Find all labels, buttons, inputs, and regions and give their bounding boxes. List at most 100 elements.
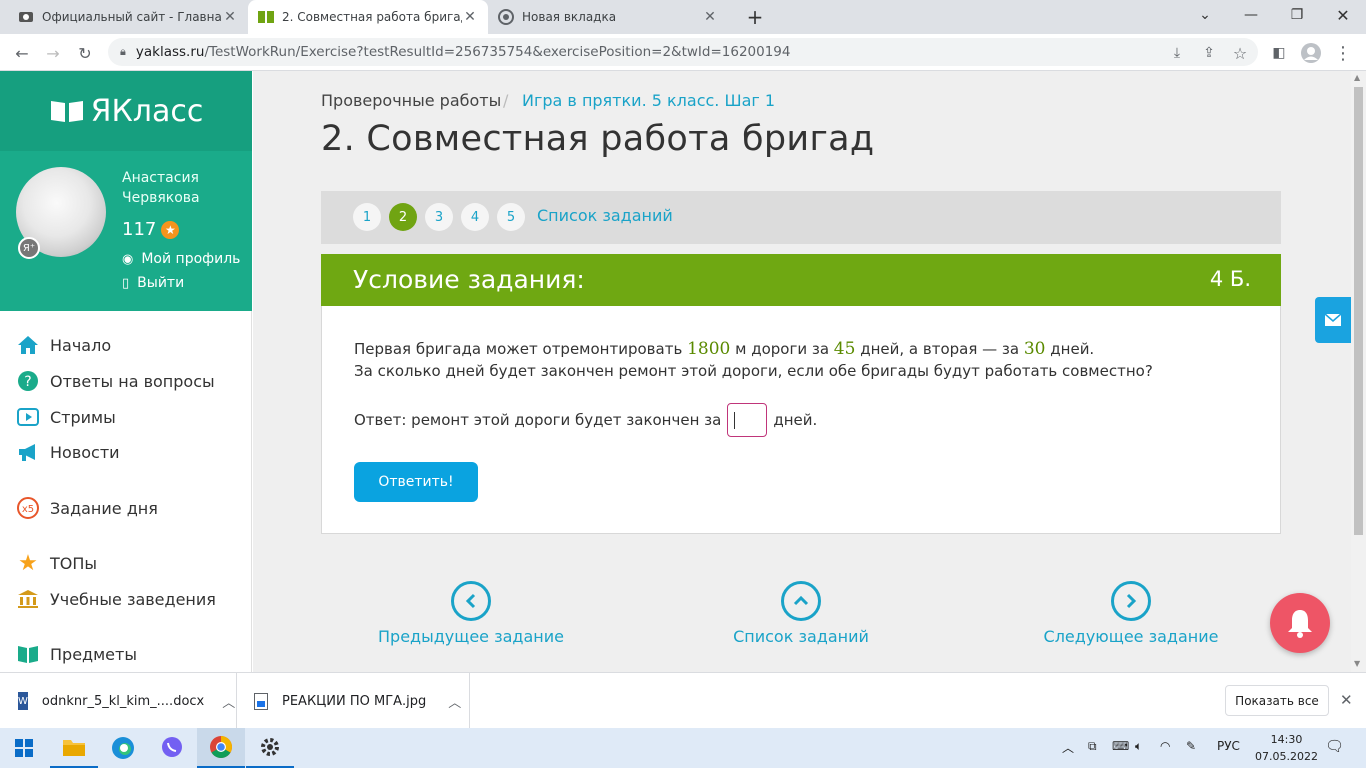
chevron-up-icon[interactable]: ︿ [448, 692, 461, 711]
clock-date: 07.05.2022 [1255, 750, 1318, 763]
breadcrumb-separator: / [503, 91, 509, 110]
breadcrumb-current[interactable]: Игра в прятки. 5 класс. Шаг 1 [522, 91, 775, 110]
close-icon[interactable]: ✕ [702, 9, 718, 25]
points-count: 117 [122, 219, 157, 240]
lock-icon: 🔒︎ [120, 45, 126, 58]
chevron-up-icon[interactable]: ︿ [222, 692, 235, 711]
sidebar-item-label: Учебные заведения [50, 589, 216, 609]
address-bar[interactable]: 🔒︎ yaklass.ru/TestWorkRun/Exercise?testR… [108, 38, 1258, 66]
page-scrollbar[interactable]: ▲ ▼ [1351, 71, 1366, 672]
wifi-icon[interactable]: ◠ [1160, 739, 1170, 753]
clock-time: 14:30 [1270, 733, 1303, 746]
new-tab-button[interactable]: + [732, 2, 778, 32]
tray-keyboard-icon[interactable]: ⌨ [1112, 739, 1129, 753]
back-icon[interactable]: ← [9, 40, 35, 66]
tab-new[interactable]: Новая вкладка ✕ [488, 0, 728, 34]
tab-search-icon[interactable]: ⌄ [1182, 0, 1228, 30]
user-first-name[interactable]: Анастасия [122, 168, 200, 188]
breadcrumb-root[interactable]: Проверочные работы [321, 91, 501, 110]
restore-button[interactable]: ❐ [1274, 0, 1320, 30]
windows-taskbar: ︿ ⧉ ⌨ 🔈︎ ◠ ✎ РУС 14:30 07.05.2022 🗨︎ [0, 728, 1366, 768]
sidebar-item-label: Новости [50, 442, 120, 462]
notification-bell-icon[interactable] [1270, 593, 1330, 653]
close-downloads-icon[interactable]: ✕ [1340, 691, 1353, 709]
step-2-current[interactable]: 2 [389, 203, 417, 231]
side-panel-icon[interactable]: ◧ [1266, 40, 1292, 66]
scroll-up-icon[interactable]: ▲ [1354, 73, 1360, 82]
reload-icon[interactable]: ↻ [72, 40, 98, 66]
tab-title: 2. Совместная работа бригад [282, 10, 462, 24]
next-task-link[interactable]: Следующее задание [1031, 627, 1231, 646]
show-all-downloads-button[interactable]: Показать все [1225, 685, 1329, 716]
play-icon [16, 405, 40, 429]
tray-chevron-up-icon[interactable]: ︿ [1062, 739, 1074, 756]
logout-link[interactable]: ▯ Выйти [122, 275, 184, 291]
input-language[interactable]: РУС [1217, 739, 1240, 753]
sidebar: ЯКласс Я⁺ Анастасия Червякова 117 ★ ◉ Мо… [0, 71, 252, 672]
task-list-up-icon[interactable] [781, 581, 821, 621]
close-icon[interactable]: ✕ [462, 9, 478, 25]
profile-icon[interactable] [1298, 40, 1324, 66]
step-1[interactable]: 1 [353, 203, 381, 231]
sidebar-item-schools[interactable]: Учебные заведения [16, 585, 216, 613]
close-icon[interactable]: ✕ [222, 9, 238, 25]
problem-part: дней. [1050, 340, 1095, 358]
browser-toolbar: ← → ↻ 🔒︎ yaklass.ru/TestWorkRun/Exercise… [0, 34, 1366, 71]
answer-input[interactable] [727, 403, 768, 437]
download-item-docx[interactable]: W odnknr_5_kl_kim_....docx ︿ [18, 673, 235, 729]
task-list-bottom-link[interactable]: Список заданий [701, 627, 901, 646]
settings-gear-icon[interactable] [246, 728, 294, 768]
install-icon[interactable]: ⤓ [1164, 40, 1190, 66]
sidebar-item-home[interactable]: Начало [16, 331, 111, 359]
user-circle-icon: ◉ [122, 251, 134, 267]
tab-official-site[interactable]: Официальный сайт - Главная ст ✕ [8, 0, 248, 34]
browser-tab-bar: Официальный сайт - Главная ст ✕ 2. Совме… [0, 0, 1366, 34]
share-icon[interactable]: ⇪ [1196, 40, 1222, 66]
sidebar-item-tops[interactable]: ★ ТОПы [16, 549, 97, 577]
step-4[interactable]: 4 [461, 203, 489, 231]
problem-part: Первая бригада может отремонтировать [354, 340, 683, 358]
download-item-jpg[interactable]: РЕАКЦИИ ПО МГА.jpg ︿ [254, 673, 469, 729]
minimize-button[interactable]: — [1228, 0, 1274, 30]
pen-icon[interactable]: ✎ [1186, 739, 1196, 753]
user-panel: Я⁺ Анастасия Червякова 117 ★ ◉ Мой профи… [0, 151, 252, 311]
volume-icon[interactable]: 🔈︎ [1135, 739, 1142, 754]
edge-icon[interactable] [99, 728, 147, 768]
sidebar-item-news[interactable]: Новости [16, 438, 120, 466]
task-list-link[interactable]: Список заданий [537, 206, 673, 225]
bookmark-star-icon[interactable]: ☆ [1227, 40, 1253, 66]
submit-answer-button[interactable]: Ответить! [354, 462, 478, 502]
scroll-down-icon[interactable]: ▼ [1354, 659, 1360, 668]
tray-camera-icon[interactable]: ⧉ [1088, 739, 1097, 754]
next-task-icon[interactable] [1111, 581, 1151, 621]
feedback-mail-icon[interactable] [1315, 297, 1351, 343]
scrollbar-thumb[interactable] [1354, 87, 1363, 535]
sidebar-item-streams[interactable]: Стримы [16, 403, 116, 431]
logo[interactable]: ЯКласс [0, 71, 252, 151]
prev-task-icon[interactable] [451, 581, 491, 621]
step-navigator: 1 2 3 4 5 Список заданий [321, 191, 1281, 244]
file-explorer-icon[interactable] [50, 728, 98, 768]
chrome-icon[interactable] [197, 728, 245, 768]
tab-active-exercise[interactable]: 2. Совместная работа бригад ✕ [248, 0, 488, 34]
windows-start-icon[interactable] [0, 728, 48, 768]
sidebar-item-task-of-day[interactable]: x5 Задание дня [16, 494, 158, 522]
sidebar-item-answers[interactable]: ? Ответы на вопросы [16, 367, 215, 395]
x5-icon: x5 [16, 496, 40, 520]
user-last-name[interactable]: Червякова [122, 188, 200, 208]
step-3[interactable]: 3 [425, 203, 453, 231]
menu-icon[interactable]: ⋮ [1330, 40, 1356, 66]
step-5[interactable]: 5 [497, 203, 525, 231]
sidebar-item-subjects[interactable]: Предметы [16, 640, 137, 668]
logout-label: Выйти [137, 275, 185, 291]
window-close-button[interactable]: ✕ [1320, 0, 1366, 30]
viber-icon[interactable] [148, 728, 196, 768]
forward-icon[interactable]: → [40, 40, 66, 66]
answer-suffix: дней. [773, 411, 818, 429]
my-profile-link[interactable]: ◉ Мой профиль [122, 251, 240, 267]
clock[interactable]: 14:30 07.05.2022 [1255, 731, 1318, 765]
sidebar-item-label: Задание дня [50, 498, 158, 518]
notifications-icon[interactable]: 🗨︎ [1325, 737, 1344, 755]
task-card: Первая бригада может отремонтировать 180… [321, 306, 1281, 534]
prev-task-link[interactable]: Предыдущее задание [371, 627, 571, 646]
